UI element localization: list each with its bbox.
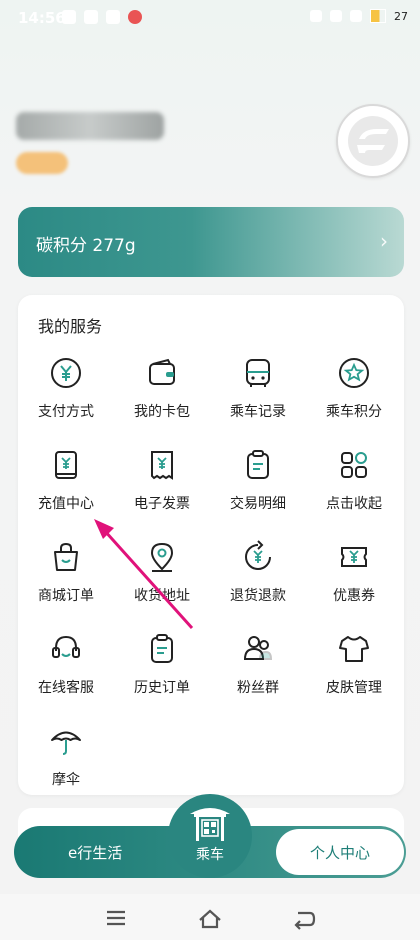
tab-ride[interactable]: 乘车 <box>168 794 252 878</box>
tab-personal-label: 个人中心 <box>309 843 370 862</box>
system-navigation-bar <box>0 894 420 940</box>
pavilion-qr-icon <box>190 808 230 841</box>
back-icon[interactable] <box>286 904 322 932</box>
home-icon[interactable] <box>192 904 228 932</box>
tab-e-life[interactable]: e行生活 <box>68 842 122 863</box>
tab-ride-label: 乘车 <box>196 847 224 863</box>
menu-icon[interactable] <box>98 904 134 932</box>
tab-personal-center[interactable]: 个人中心 <box>276 829 404 875</box>
